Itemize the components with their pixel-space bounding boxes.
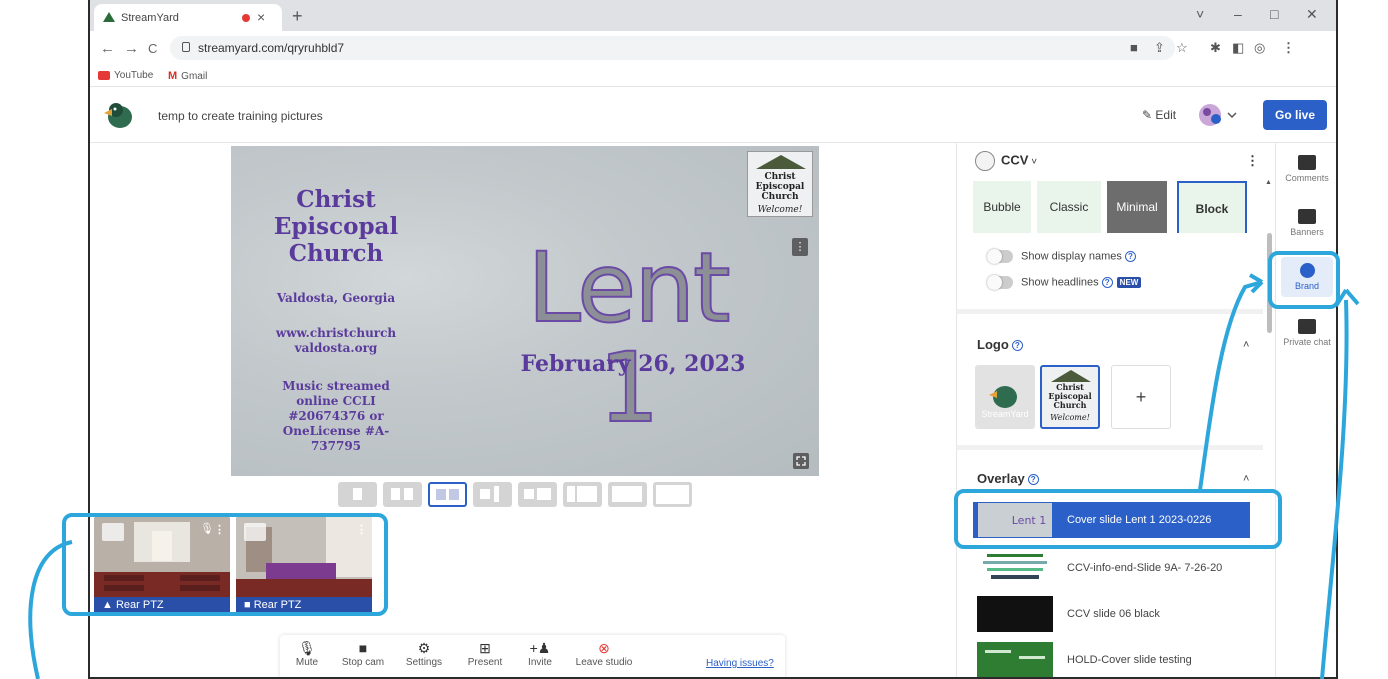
callout-arrows <box>28 273 1360 679</box>
